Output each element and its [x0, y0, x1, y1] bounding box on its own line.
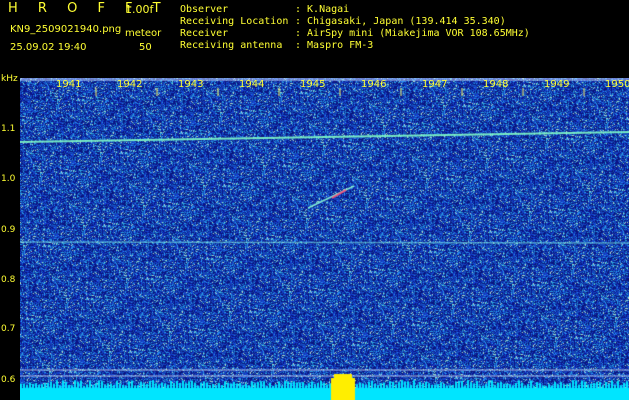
datetime-label: 25.09.02 19:40	[10, 42, 87, 53]
time-tick-label: 1948	[483, 79, 509, 90]
version-label: 1.00f	[125, 3, 154, 16]
y-axis-unit: kHz	[1, 74, 18, 84]
time-tick-label: 1946	[361, 79, 387, 90]
time-tick-label: 1944	[239, 79, 265, 90]
y-tick-label: 0.8	[1, 275, 16, 285]
time-tick-label: 1942	[117, 79, 143, 90]
hrofft-window: H R O F F T 1.00f KN9_2509021940.png met…	[0, 0, 629, 400]
time-tick-label: 1949	[544, 79, 570, 90]
y-tick-label: 0.7	[1, 324, 16, 334]
spectrogram	[20, 78, 629, 400]
time-tick-label: 1943	[178, 79, 204, 90]
y-tick-label: 0.9	[1, 225, 16, 235]
mode-label: meteor	[125, 28, 162, 39]
count-value: 50	[139, 42, 152, 53]
y-tick-label: 1.0	[1, 174, 16, 184]
info-value-antenna: : Maspro FM-3	[295, 40, 374, 51]
y-tick-label: 1.1	[1, 124, 16, 134]
filename-label: KN9_2509021940.png	[10, 24, 122, 35]
info-key-antenna: Receiving antenna	[180, 40, 283, 51]
time-tick-label: 1941	[56, 79, 82, 90]
time-tick-label: 1950	[605, 79, 629, 90]
time-tick-label: 1945	[300, 79, 326, 90]
y-tick-label: 0.6	[1, 375, 16, 385]
time-tick-label: 1947	[422, 79, 448, 90]
